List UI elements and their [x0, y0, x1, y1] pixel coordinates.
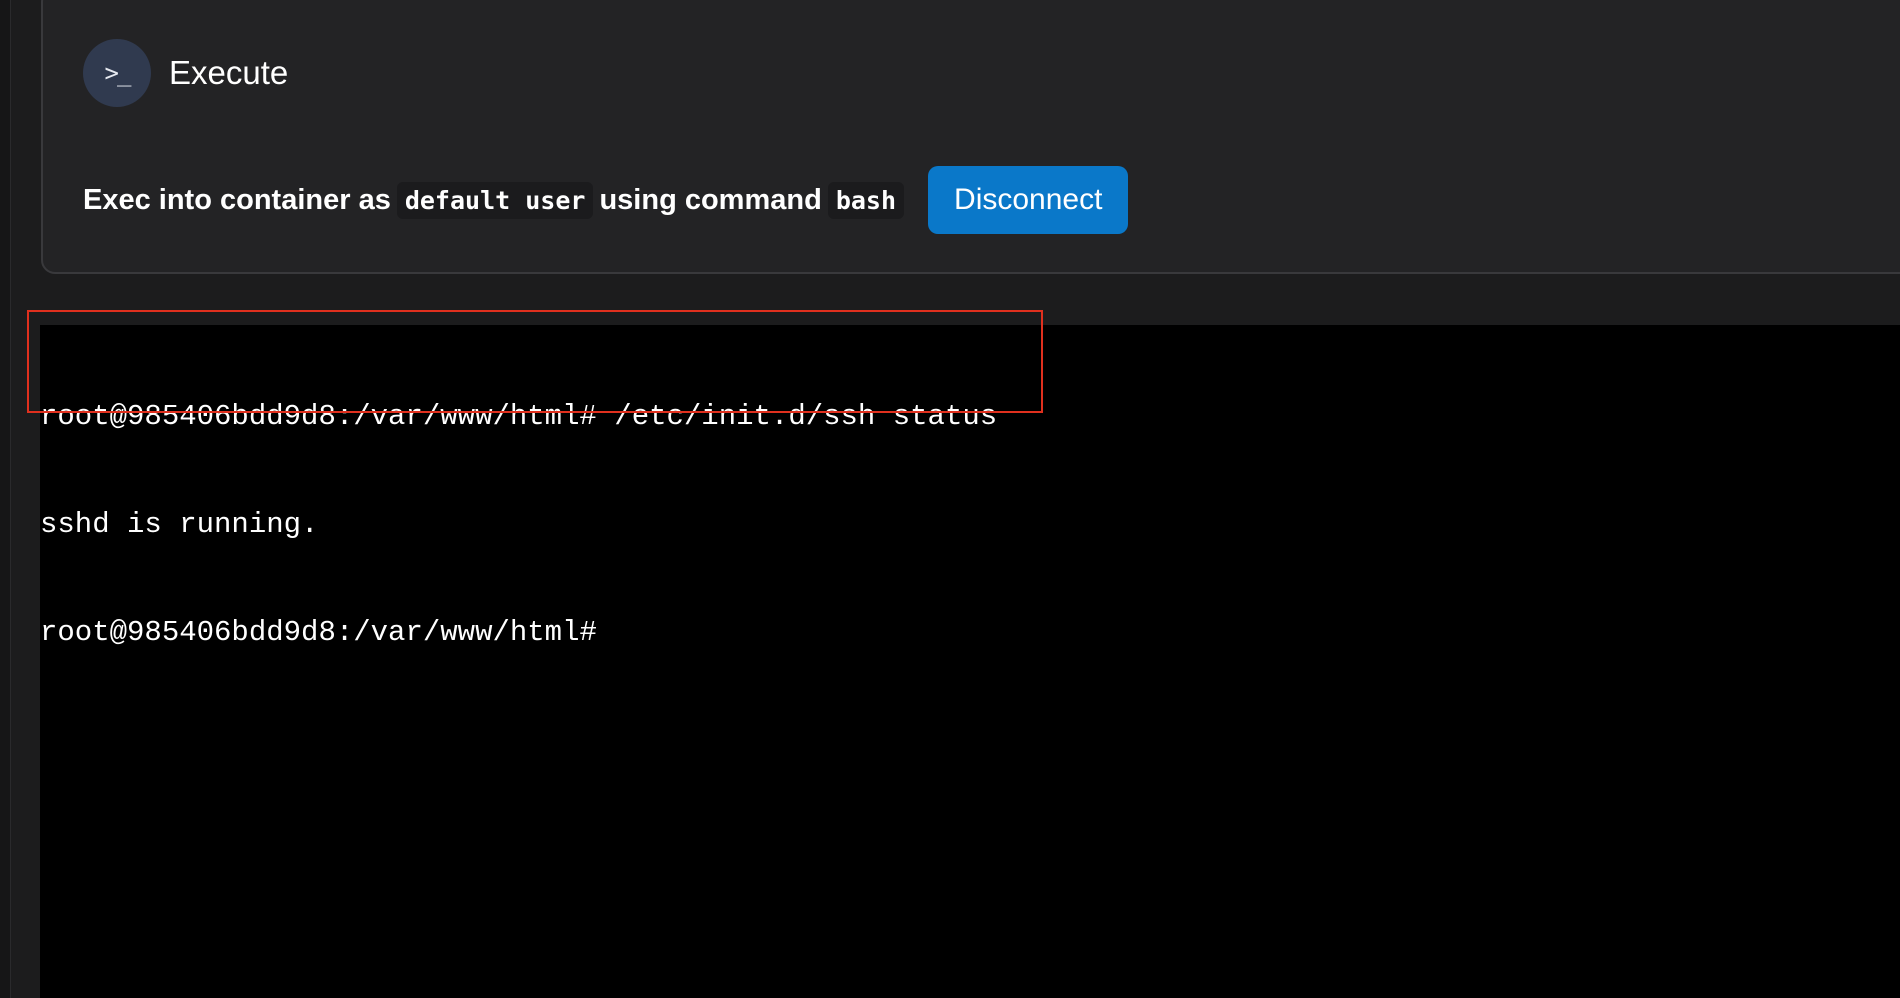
terminal-line: root@985406bdd9d8:/var/www/html#	[40, 616, 597, 649]
panel-title: Execute	[169, 54, 289, 91]
terminal-line: root@985406bdd9d8:/var/www/html# /etc/in…	[40, 400, 998, 433]
left-rail	[0, 0, 11, 998]
disconnect-button[interactable]: Disconnect	[928, 166, 1129, 234]
exec-middle-text: using command	[599, 183, 822, 216]
terminal-line: sshd is running.	[40, 508, 319, 541]
panel-header: >_ Execute	[83, 39, 288, 107]
execute-panel: >_ Execute Exec into container as defaul…	[41, 0, 1900, 274]
page: >_ Execute Exec into container as defaul…	[0, 0, 1900, 998]
exec-prefix-text: Exec into container as	[83, 183, 391, 216]
terminal-prompt-icon: >_	[83, 39, 151, 107]
exec-user-code: default user	[396, 181, 594, 219]
exec-command-code: bash	[827, 181, 905, 219]
exec-description: Exec into container as default user usin…	[83, 166, 1129, 234]
terminal-lines: root@985406bdd9d8:/var/www/html# /etc/in…	[40, 325, 997, 723]
terminal-output[interactable]: root@985406bdd9d8:/var/www/html# /etc/in…	[40, 325, 1900, 998]
